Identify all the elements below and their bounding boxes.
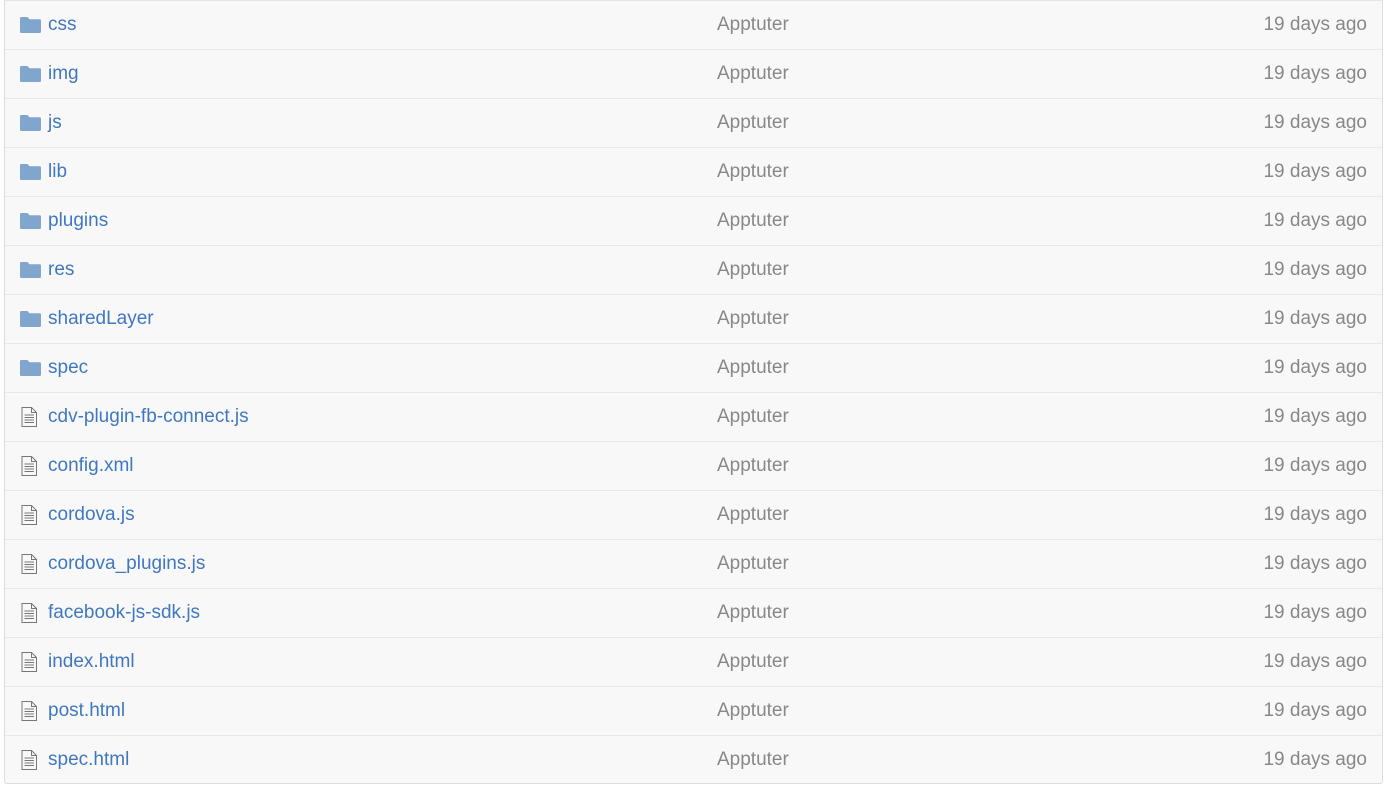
commit-age: 19 days ago [1263,357,1367,378]
icon-cell [20,197,44,245]
commit-age: 19 days ago [1263,749,1367,770]
commit-author-link[interactable]: Apptuter [717,406,789,428]
commit-age: 19 days ago [1263,455,1367,476]
commit-author-link[interactable]: Apptuter [717,749,789,771]
folder-icon [20,164,41,180]
table-row-folder: js Apptuter 19 days ago [5,98,1382,147]
commit-age: 19 days ago [1263,259,1367,280]
file-name-link[interactable]: index.html [48,651,135,672]
commit-author-link[interactable]: Apptuter [717,112,789,134]
commit-author-link[interactable]: Apptuter [717,553,789,575]
file-name-link[interactable]: config.xml [48,455,134,476]
file-name-link[interactable]: post.html [48,700,125,721]
table-row-folder: res Apptuter 19 days ago [5,245,1382,294]
commit-author-link[interactable]: Apptuter [717,308,789,330]
icon-cell [20,589,44,637]
file-icon [21,505,37,525]
icon-cell [20,687,44,735]
commit-age: 19 days ago [1263,14,1367,35]
table-row-folder: plugins Apptuter 19 days ago [5,196,1382,245]
commit-age: 19 days ago [1263,553,1367,574]
commit-age: 19 days ago [1263,602,1367,623]
icon-cell [20,295,44,343]
folder-icon [20,360,41,376]
icon-cell [20,736,44,784]
icon-cell [20,148,44,196]
file-icon [21,750,37,770]
icon-cell [20,344,44,392]
table-row-folder: sharedLayer Apptuter 19 days ago [5,294,1382,343]
icon-cell [20,442,44,490]
folder-icon [20,213,41,229]
file-list-table: css Apptuter 19 days ago img Apptuter 19… [4,0,1383,784]
file-icon [21,554,37,574]
commit-author-link[interactable]: Apptuter [717,161,789,183]
commit-age: 19 days ago [1263,63,1367,84]
folder-icon [20,66,41,82]
icon-cell [20,540,44,588]
file-icon [21,456,37,476]
commit-author-link[interactable]: Apptuter [717,602,789,624]
commit-author-link[interactable]: Apptuter [717,259,789,281]
table-row-folder: img Apptuter 19 days ago [5,49,1382,98]
table-row-file: spec.html Apptuter 19 days ago [5,735,1382,784]
file-name-link[interactable]: cdv-plugin-fb-connect.js [48,406,249,427]
table-row-file: cdv-plugin-fb-connect.js Apptuter 19 day… [5,392,1382,441]
commit-age: 19 days ago [1263,406,1367,427]
file-icon [21,603,37,623]
icon-cell [20,393,44,441]
file-name-link[interactable]: spec [48,357,88,378]
file-name-link[interactable]: cordova_plugins.js [48,553,205,574]
commit-author-link[interactable]: Apptuter [717,455,789,477]
commit-author-link[interactable]: Apptuter [717,210,789,232]
folder-icon [20,262,41,278]
file-icon [21,407,37,427]
table-row-file: index.html Apptuter 19 days ago [5,637,1382,686]
icon-cell [20,99,44,147]
file-name-link[interactable]: css [48,14,77,35]
table-row-file: post.html Apptuter 19 days ago [5,686,1382,735]
file-name-link[interactable]: cordova.js [48,504,135,525]
folder-icon [20,115,41,131]
file-name-link[interactable]: facebook-js-sdk.js [48,602,200,623]
commit-author-link[interactable]: Apptuter [717,651,789,673]
file-name-link[interactable]: sharedLayer [48,308,154,329]
icon-cell [20,638,44,686]
commit-age: 19 days ago [1263,210,1367,231]
table-row-file: config.xml Apptuter 19 days ago [5,441,1382,490]
commit-author-link[interactable]: Apptuter [717,357,789,379]
file-icon [21,701,37,721]
commit-age: 19 days ago [1263,504,1367,525]
folder-icon [20,17,41,33]
table-row-folder: css Apptuter 19 days ago [5,0,1382,49]
folder-icon [20,311,41,327]
icon-cell [20,491,44,539]
icon-cell [20,50,44,98]
file-name-link[interactable]: spec.html [48,749,129,770]
commit-age: 19 days ago [1263,161,1367,182]
file-name-link[interactable]: img [48,63,79,84]
table-row-file: cordova_plugins.js Apptuter 19 days ago [5,539,1382,588]
file-name-link[interactable]: res [48,259,74,280]
file-icon [21,652,37,672]
commit-age: 19 days ago [1263,308,1367,329]
commit-author-link[interactable]: Apptuter [717,700,789,722]
file-name-link[interactable]: lib [48,161,67,182]
commit-age: 19 days ago [1263,651,1367,672]
commit-author-link[interactable]: Apptuter [717,63,789,85]
table-row-folder: lib Apptuter 19 days ago [5,147,1382,196]
file-name-link[interactable]: js [48,112,62,133]
icon-cell [20,1,44,49]
commit-age: 19 days ago [1263,700,1367,721]
commit-age: 19 days ago [1263,112,1367,133]
icon-cell [20,246,44,294]
table-row-file: cordova.js Apptuter 19 days ago [5,490,1382,539]
file-name-link[interactable]: plugins [48,210,108,231]
table-row-file: facebook-js-sdk.js Apptuter 19 days ago [5,588,1382,637]
commit-author-link[interactable]: Apptuter [717,14,789,36]
commit-author-link[interactable]: Apptuter [717,504,789,526]
table-row-folder: spec Apptuter 19 days ago [5,343,1382,392]
